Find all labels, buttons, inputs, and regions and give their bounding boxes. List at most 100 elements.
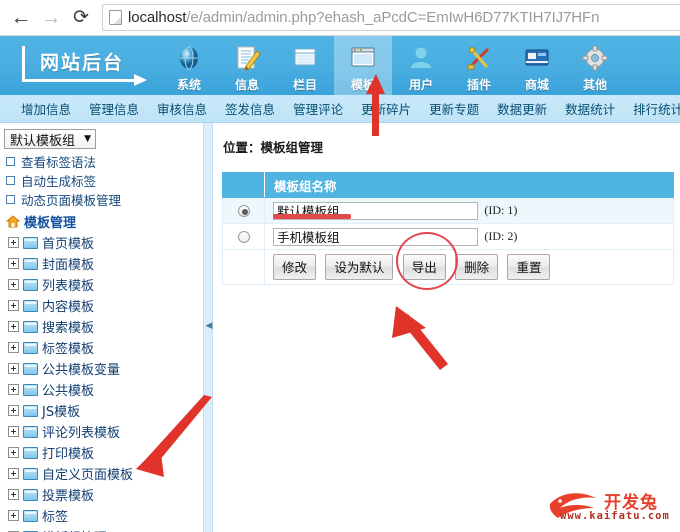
group-name-input-1[interactable]	[273, 201, 478, 220]
nav-item-user[interactable]: 用户	[392, 36, 450, 95]
tree-item-js-template[interactable]: JS模板	[4, 400, 203, 421]
folder-icon	[23, 320, 38, 333]
modify-button[interactable]: 修改	[273, 254, 317, 280]
radio-button-group-1[interactable]	[237, 205, 250, 218]
sidebar-item-dynamic-page-template[interactable]: 动态页面模板管理	[4, 190, 203, 209]
radio-button-group-2[interactable]	[237, 231, 250, 244]
expand-icon[interactable]	[8, 363, 19, 374]
tree-item-public-template[interactable]: 公共模板	[4, 379, 203, 400]
url-bar[interactable]: localhost/e/admin/admin.php?ehash_aPcdC=…	[102, 4, 680, 31]
expand-icon[interactable]	[8, 426, 19, 437]
nav-item-shop[interactable]: 商城	[508, 36, 566, 95]
tree-item-label: 内容模板	[42, 300, 95, 315]
brand-corner-decoration	[22, 46, 25, 82]
folder-icon	[23, 236, 38, 249]
checkbox-icon	[6, 195, 15, 204]
folder-icon	[23, 488, 38, 501]
expand-icon[interactable]	[8, 468, 19, 479]
tree-item-template-group-management[interactable]: 模板组管理	[4, 526, 203, 532]
sidebar-item-auto-generate-tag[interactable]: 自动生成标签	[4, 171, 203, 190]
nav-item-info[interactable]: 信息	[218, 36, 276, 95]
watermark-url: www.kaifatu.com	[560, 510, 670, 522]
tree-item-print-template[interactable]: 打印模板	[4, 442, 203, 463]
expand-icon[interactable]	[8, 384, 19, 395]
nav-label: 插件	[466, 78, 491, 92]
subnav-item-3[interactable]: 签发信息	[216, 99, 284, 118]
row-radio-cell[interactable]	[222, 197, 265, 224]
subnav-item-4[interactable]: 管理评论	[284, 99, 352, 118]
home-icon	[5, 215, 21, 228]
expand-icon[interactable]	[8, 237, 19, 248]
expand-icon[interactable]	[8, 279, 19, 290]
delete-button[interactable]: 删除	[455, 254, 499, 280]
sidebar: 默认模板组 ▼ 查看标签语法 自动生成标签 动态页面模板管理 模板管理 首页模板…	[0, 123, 203, 532]
chevron-down-icon: ▼	[84, 134, 91, 144]
sidebar-section-label: 模板管理	[24, 216, 77, 231]
brand: 网站后台	[0, 36, 160, 95]
table-row[interactable]: (ID: 1)	[222, 197, 674, 224]
expand-icon[interactable]	[8, 300, 19, 311]
expand-icon[interactable]	[8, 321, 19, 332]
nav-item-plugin[interactable]: 插件	[450, 36, 508, 95]
sidebar-item-view-tag-syntax[interactable]: 查看标签语法	[4, 152, 203, 171]
tree-item-list-template[interactable]: 列表模板	[4, 274, 203, 295]
tree-item-search-template[interactable]: 搜索模板	[4, 316, 203, 337]
tree-item-content-template[interactable]: 内容模板	[4, 295, 203, 316]
main-content: 位置：模板组管理 模板组名称 (ID: 1)	[213, 123, 680, 532]
tools-icon	[464, 44, 494, 74]
tree-item-homepage-template[interactable]: 首页模板	[4, 232, 203, 253]
sidebar-collapse-handle[interactable]: ◀	[205, 319, 213, 331]
set-default-button[interactable]: 设为默认	[325, 254, 394, 280]
expand-icon[interactable]	[8, 258, 19, 269]
expand-icon[interactable]	[8, 489, 19, 500]
nav-item-column[interactable]: 栏目	[276, 36, 334, 95]
subnav-item-6[interactable]: 更新专题	[420, 99, 488, 118]
subnav-item-7[interactable]: 数据更新	[488, 99, 556, 118]
site-header: 网站后台 系统 信息 栏目 模板 用户 插件 商城 其他	[0, 36, 680, 95]
tree-item-vote-template[interactable]: 投票模板	[4, 484, 203, 505]
reset-button[interactable]: 重置	[507, 254, 551, 280]
subnav-item-8[interactable]: 数据统计	[556, 99, 624, 118]
nav-item-template[interactable]: 模板	[334, 36, 392, 95]
sub-nav: 增加信息 管理信息 审核信息 签发信息 管理评论 更新碎片 更新专题 数据更新 …	[0, 95, 680, 123]
tree-item-tag[interactable]: 标签	[4, 505, 203, 526]
card-icon	[522, 44, 552, 74]
reload-icon[interactable]: ⟳	[66, 3, 96, 33]
tree-item-cover-template[interactable]: 封面模板	[4, 253, 203, 274]
brand-arrow-decoration	[134, 74, 147, 86]
sidebar-item-label: 动态页面模板管理	[21, 193, 122, 208]
table-row[interactable]: (ID: 2)	[222, 223, 674, 250]
row-name-cell: (ID: 1)	[264, 197, 674, 224]
back-icon[interactable]: ←	[6, 3, 36, 33]
nav-item-other[interactable]: 其他	[566, 36, 624, 95]
window-icon	[348, 44, 378, 74]
gear-icon	[580, 44, 610, 74]
brand-line-decoration	[22, 79, 137, 82]
template-group-table: 模板组名称 (ID: 1)	[222, 172, 674, 285]
folder-icon	[290, 44, 320, 74]
page-title: 网站后台	[40, 52, 125, 74]
checkbox-icon	[6, 157, 15, 166]
subnav-item-2[interactable]: 审核信息	[148, 99, 216, 118]
row-radio-cell[interactable]	[222, 223, 265, 250]
tree-item-label: 标签	[42, 510, 69, 525]
subnav-item-1[interactable]: 管理信息	[80, 99, 148, 118]
export-button[interactable]: 导出	[402, 254, 446, 280]
subnav-item-0[interactable]: 增加信息	[12, 99, 80, 118]
expand-icon[interactable]	[8, 342, 19, 353]
group-name-input-2[interactable]	[273, 227, 478, 246]
subnav-item-5[interactable]: 更新碎片	[352, 99, 420, 118]
expand-icon[interactable]	[8, 510, 19, 521]
url-host: localhost	[128, 9, 187, 26]
nav-item-system[interactable]: 系统	[160, 36, 218, 95]
expand-icon[interactable]	[8, 447, 19, 458]
template-group-select[interactable]: 默认模板组 ▼	[4, 129, 96, 149]
expand-icon[interactable]	[8, 405, 19, 416]
tree-item-label: 列表模板	[42, 279, 95, 294]
tree-item-tag-template[interactable]: 标签模板	[4, 337, 203, 358]
subnav-item-9[interactable]: 排行统计	[624, 99, 680, 118]
tree-item-custom-page-template[interactable]: 自定义页面模板	[4, 463, 203, 484]
forward-icon[interactable]: →	[36, 3, 66, 33]
tree-item-comment-list-template[interactable]: 评论列表模板	[4, 421, 203, 442]
tree-item-public-template-var[interactable]: 公共模板变量	[4, 358, 203, 379]
